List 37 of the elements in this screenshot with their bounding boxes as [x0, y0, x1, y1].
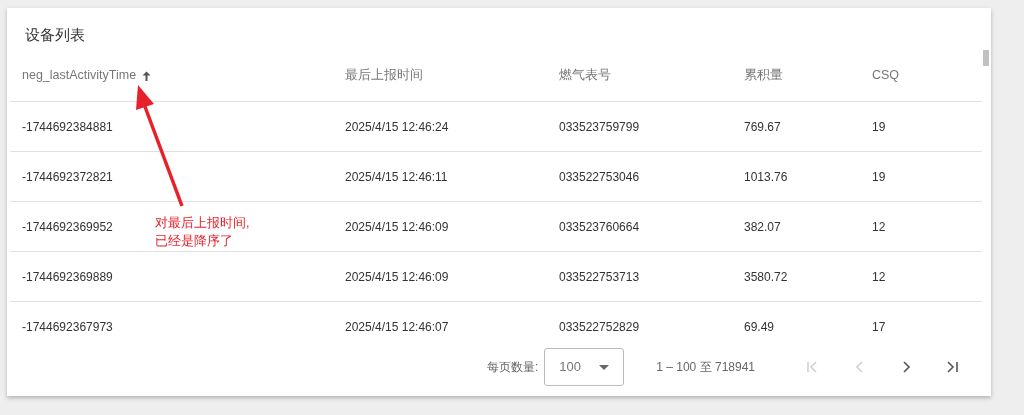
table-cell: 19: [872, 169, 886, 184]
table-cell: 769.67: [744, 119, 781, 134]
annotation-text: 对最后上报时间, 已经是降序了: [155, 215, 250, 250]
page-range-text: 1 – 100 至 718941: [656, 359, 755, 376]
table-cell: 19: [872, 119, 886, 134]
table-cell: -1744692369952: [22, 219, 113, 234]
column-header[interactable]: 燃气表号: [559, 66, 611, 85]
table-cell: 17: [872, 319, 886, 334]
table-cell: -1744692372821: [22, 169, 113, 184]
page-size-select[interactable]: 100: [544, 348, 625, 386]
table-cell: 12: [872, 269, 886, 284]
table-cell: -1744692384881: [22, 119, 113, 134]
page-size-label: 每页数量:: [486, 359, 539, 376]
table-cell: 033522752829: [559, 319, 640, 334]
scrollbar-thumb[interactable]: [983, 50, 989, 66]
column-header[interactable]: neg_lastActivityTime: [22, 66, 137, 85]
table-cell: 2025/4/15 12:46:11: [345, 169, 448, 184]
table-cell: 033522753046: [559, 169, 640, 184]
table-cell: 3580.72: [744, 269, 788, 284]
table-cell: 69.49: [744, 319, 775, 334]
table-cell: 382.07: [744, 219, 781, 234]
dropdown-caret-icon: [599, 364, 610, 370]
table-cell: 12: [872, 219, 886, 234]
table-cell: -1744692369889: [22, 269, 113, 284]
column-header[interactable]: 累积量: [744, 66, 783, 85]
table-cell: 033523759799: [559, 119, 640, 134]
column-header[interactable]: 最后上报时间: [345, 66, 423, 85]
table-cell: 2025/4/15 12:46:07: [345, 319, 449, 334]
column-header[interactable]: CSQ: [872, 66, 900, 85]
table-cell: 1013.76: [744, 169, 788, 184]
card-title: 设备列表: [24, 25, 86, 45]
table-cell: 2025/4/15 12:46:09: [345, 269, 449, 284]
table-cell: -1744692367973: [22, 319, 113, 334]
table-cell: 033522753713: [559, 269, 640, 284]
table-cell: 2025/4/15 12:46:24: [345, 119, 449, 134]
table-cell: 033523760664: [559, 219, 640, 234]
table-cell: 2025/4/15 12:46:09: [345, 219, 449, 234]
